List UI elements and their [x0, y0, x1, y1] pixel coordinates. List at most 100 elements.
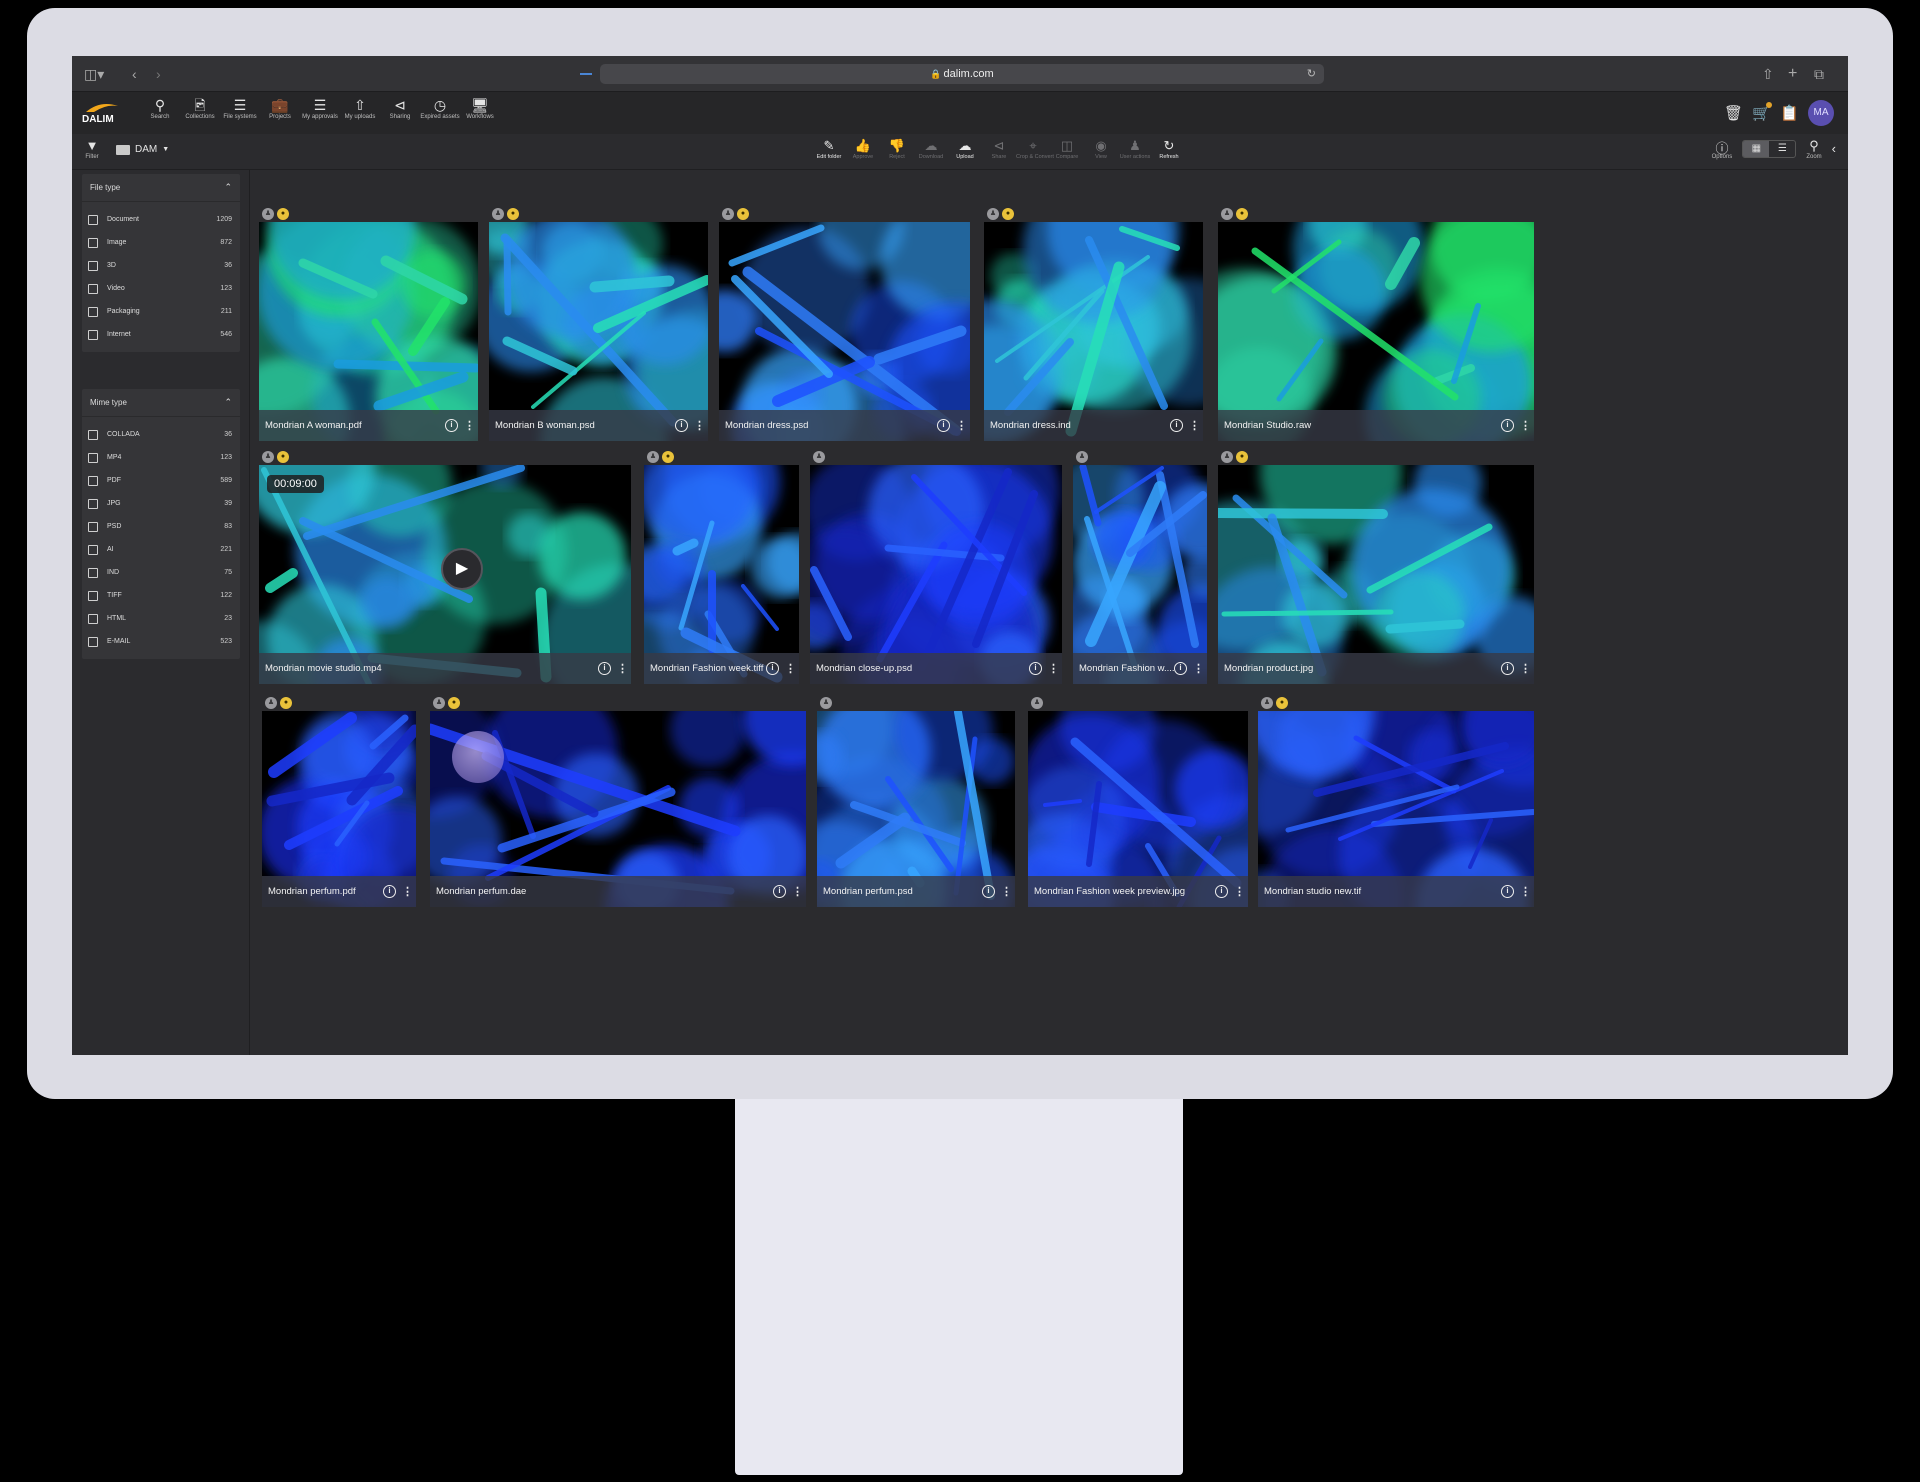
checkbox[interactable] [88, 544, 98, 555]
checkbox[interactable] [88, 237, 98, 248]
info-icon[interactable]: i [1501, 419, 1514, 432]
checkbox[interactable] [88, 260, 98, 271]
tool-compare[interactable]: ◫ Compare [1050, 138, 1084, 160]
nav-item-workflows[interactable]: 🖥 Workflows [460, 96, 500, 120]
checkbox[interactable] [88, 567, 98, 578]
checkbox[interactable] [88, 521, 98, 532]
asset-thumbnail[interactable] [259, 222, 478, 441]
info-icon[interactable]: i [383, 885, 396, 898]
nav-item-sharing[interactable]: ⊲ Sharing [380, 96, 420, 120]
asset-card[interactable]: ♟ Mondrian perfum.psd i ⋮ [817, 697, 1015, 907]
asset-thumbnail[interactable] [719, 222, 970, 441]
asset-thumbnail[interactable] [1218, 465, 1534, 684]
info-icon[interactable]: i [1170, 419, 1183, 432]
more-options-icon[interactable]: ⋮ [694, 419, 705, 432]
asset-thumbnail[interactable] [1218, 222, 1534, 441]
facet-option[interactable]: IND 75 [82, 561, 240, 584]
options-button[interactable]: ⓘ Options [1712, 138, 1733, 160]
asset-card[interactable]: ♟ ● Mondrian Fashion week.tiff i ⋮ [644, 451, 799, 684]
tool-upload[interactable]: ☁ Upload [948, 138, 982, 160]
asset-thumbnail[interactable] [810, 465, 1062, 684]
facet-header[interactable]: Mime type ⌃ [82, 389, 240, 417]
more-options-icon[interactable]: ⋮ [956, 419, 967, 432]
url-field[interactable]: 🔒 dalim.com ↻ [600, 64, 1324, 84]
asset-card[interactable]: ♟ Mondrian Fashion w.....jpg i ⋮ [1073, 451, 1207, 684]
asset-thumbnail[interactable] [984, 222, 1203, 441]
dalim-logo[interactable]: DALIM [80, 100, 128, 126]
info-icon[interactable]: i [937, 419, 950, 432]
asset-card[interactable]: ♟ ● Mondrian studio new.tif i ⋮ [1258, 697, 1534, 907]
info-icon[interactable]: i [1215, 885, 1228, 898]
asset-card[interactable]: ♟ Mondrian close-up.psd i ⋮ [810, 451, 1062, 684]
chevron-up-icon[interactable]: ⌃ [224, 182, 232, 193]
trash-icon[interactable]: 🗑 [1724, 104, 1743, 122]
asset-thumbnail[interactable] [644, 465, 799, 684]
info-icon[interactable]: i [598, 662, 611, 675]
info-icon[interactable]: i [1501, 885, 1514, 898]
facet-option[interactable]: Internet 546 [82, 323, 240, 346]
facet-option[interactable]: TIFF 122 [82, 584, 240, 607]
checkbox[interactable] [88, 475, 98, 486]
facet-option[interactable]: JPG 39 [82, 492, 240, 515]
info-icon[interactable]: i [675, 419, 688, 432]
zoom-button[interactable]: ⚲ Zoom [1806, 138, 1821, 160]
asset-card[interactable]: ♟ ● Mondrian dress.ind i ⋮ [984, 208, 1203, 441]
facet-option[interactable]: COLLADA 36 [82, 423, 240, 446]
tool-user-actions[interactable]: ♟ User actions [1118, 138, 1152, 160]
info-icon[interactable]: i [773, 885, 786, 898]
tool-crop-convert[interactable]: ⌖ Crop & Convert [1016, 138, 1054, 160]
more-options-icon[interactable]: ⋮ [1520, 885, 1531, 898]
facet-option[interactable]: E-MAIL 523 [82, 630, 240, 653]
asset-thumbnail[interactable] [489, 222, 708, 441]
reload-icon[interactable]: ↻ [1307, 64, 1316, 84]
more-options-icon[interactable]: ⋮ [1189, 419, 1200, 432]
forward-icon[interactable]: › [156, 65, 161, 83]
facet-option[interactable]: Document 1209 [82, 208, 240, 231]
asset-card[interactable]: ♟ ● Mondrian A woman.pdf i ⋮ [259, 208, 478, 441]
more-options-icon[interactable]: ⋮ [1193, 662, 1204, 675]
tool-reject[interactable]: 👎 Reject [880, 138, 914, 160]
asset-card[interactable]: ♟ ● Mondrian Studio.raw i ⋮ [1218, 208, 1534, 441]
cart-icon[interactable]: 🛒 [1752, 102, 1772, 122]
nav-item-collections[interactable]: 🖻 Collections [180, 96, 220, 120]
more-options-icon[interactable]: ⋮ [402, 885, 413, 898]
checkbox[interactable] [88, 498, 98, 509]
checkbox[interactable] [88, 283, 98, 294]
grid-view-icon[interactable]: ▦ [1743, 141, 1770, 157]
info-icon[interactable]: i [1501, 662, 1514, 675]
info-icon[interactable]: i [982, 885, 995, 898]
info-icon[interactable]: i [1174, 662, 1187, 675]
asset-thumbnail[interactable] [1073, 465, 1207, 684]
chevron-up-icon[interactable]: ⌃ [224, 397, 232, 408]
nav-item-my-approvals[interactable]: ☰ My approvals [300, 96, 340, 120]
nav-item-expired-assets[interactable]: ◷ Expired assets [420, 96, 460, 120]
tool-view[interactable]: ◉ View [1084, 138, 1118, 160]
checkbox[interactable] [88, 214, 98, 225]
sidebar-icon[interactable]: ◫▾ [84, 65, 104, 83]
tool-share[interactable]: ⊲ Share [982, 138, 1016, 160]
more-options-icon[interactable]: ⋮ [1048, 662, 1059, 675]
info-icon[interactable]: i [766, 662, 779, 675]
more-options-icon[interactable]: ⋮ [785, 662, 796, 675]
nav-item-file-systems[interactable]: ☰ File systems [220, 96, 260, 120]
more-options-icon[interactable]: ⋮ [617, 662, 628, 675]
facet-option[interactable]: Video 123 [82, 277, 240, 300]
facet-option[interactable]: Packaging 211 [82, 300, 240, 323]
facet-option[interactable]: PDF 589 [82, 469, 240, 492]
collapse-button[interactable]: ‹ [1832, 141, 1836, 157]
facet-option[interactable]: AI 221 [82, 538, 240, 561]
checkbox[interactable] [88, 636, 98, 647]
info-icon[interactable]: i [1029, 662, 1042, 675]
share-icon[interactable]: ⇧ [1762, 65, 1774, 83]
tabs-icon[interactable]: ⧉ [1814, 65, 1824, 83]
checkbox[interactable] [88, 452, 98, 463]
more-options-icon[interactable]: ⋮ [1234, 885, 1245, 898]
folder-selector[interactable]: DAM ▼ [116, 144, 169, 155]
back-icon[interactable]: ‹ [132, 65, 137, 83]
nav-item-search[interactable]: ⚲ Search [140, 96, 180, 120]
clipboard-icon[interactable]: 📋 [1780, 104, 1799, 122]
more-options-icon[interactable]: ⋮ [1520, 419, 1531, 432]
facet-option[interactable]: Image 872 [82, 231, 240, 254]
facet-option[interactable]: MP4 123 [82, 446, 240, 469]
facet-option[interactable]: 3D 36 [82, 254, 240, 277]
